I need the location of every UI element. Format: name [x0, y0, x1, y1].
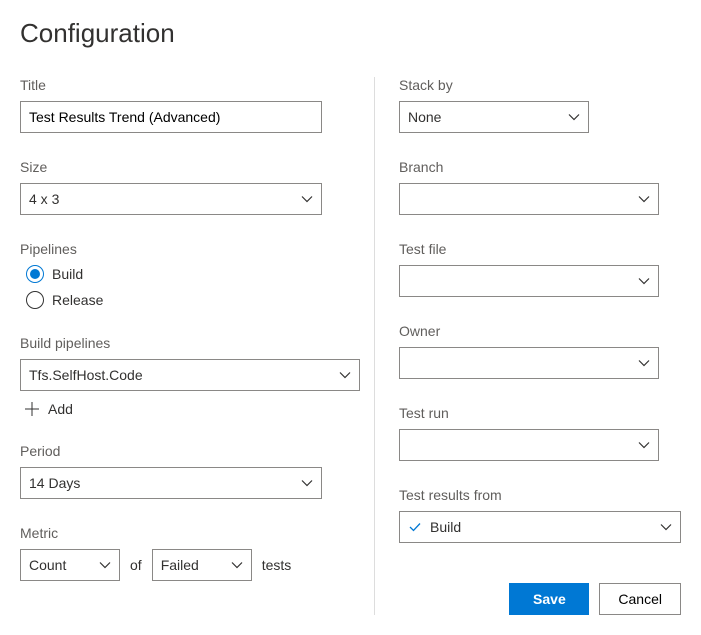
owner-select[interactable] [399, 347, 659, 379]
results-from-select[interactable]: Build [399, 511, 681, 543]
stack-by-select[interactable]: None [399, 101, 589, 133]
chevron-down-icon [568, 111, 580, 123]
metric-label: Metric [20, 525, 344, 541]
check-icon [408, 520, 422, 534]
pipelines-radio-release[interactable]: Release [26, 291, 344, 309]
radio-icon [26, 265, 44, 283]
chevron-down-icon [99, 559, 111, 571]
period-select[interactable]: 14 Days [20, 467, 322, 499]
size-value: 4 x 3 [29, 191, 301, 207]
chevron-down-icon [339, 369, 351, 381]
period-value: 14 Days [29, 475, 301, 491]
branch-value [408, 192, 638, 206]
test-run-label: Test run [399, 405, 681, 421]
chevron-down-icon [660, 521, 672, 533]
metric-count-value: Count [29, 557, 99, 573]
size-select[interactable]: 4 x 3 [20, 183, 322, 215]
metric-of-text: of [130, 557, 142, 573]
page-title: Configuration [20, 18, 681, 49]
radio-icon [26, 291, 44, 309]
add-pipeline-button[interactable]: Add [24, 401, 344, 417]
chevron-down-icon [638, 275, 650, 287]
cancel-button[interactable]: Cancel [599, 583, 681, 615]
chevron-down-icon [231, 559, 243, 571]
test-run-value [408, 438, 638, 452]
size-label: Size [20, 159, 344, 175]
chevron-down-icon [638, 193, 650, 205]
metric-status-value: Failed [161, 557, 231, 573]
chevron-down-icon [638, 357, 650, 369]
chevron-down-icon [638, 439, 650, 451]
build-pipelines-value: Tfs.SelfHost.Code [29, 367, 339, 383]
test-run-select[interactable] [399, 429, 659, 461]
build-pipelines-select[interactable]: Tfs.SelfHost.Code [20, 359, 360, 391]
period-label: Period [20, 443, 344, 459]
metric-status-select[interactable]: Failed [152, 549, 252, 581]
branch-label: Branch [399, 159, 681, 175]
results-from-label: Test results from [399, 487, 681, 503]
save-button[interactable]: Save [509, 583, 589, 615]
pipelines-label: Pipelines [20, 241, 344, 257]
owner-label: Owner [399, 323, 681, 339]
results-from-value: Build [430, 519, 660, 535]
title-label: Title [20, 77, 344, 93]
test-file-select[interactable] [399, 265, 659, 297]
pipelines-radio-build[interactable]: Build [26, 265, 344, 283]
stack-by-label: Stack by [399, 77, 681, 93]
plus-icon [24, 401, 40, 417]
add-label: Add [48, 401, 73, 417]
chevron-down-icon [301, 477, 313, 489]
radio-label-release: Release [52, 292, 103, 308]
metric-tests-text: tests [262, 557, 292, 573]
chevron-down-icon [301, 193, 313, 205]
metric-count-select[interactable]: Count [20, 549, 120, 581]
branch-select[interactable] [399, 183, 659, 215]
test-file-label: Test file [399, 241, 681, 257]
title-input[interactable] [20, 101, 322, 133]
build-pipelines-label: Build pipelines [20, 335, 344, 351]
stack-by-value: None [408, 109, 568, 125]
test-file-value [408, 274, 638, 288]
radio-label-build: Build [52, 266, 83, 282]
owner-value [408, 356, 638, 370]
